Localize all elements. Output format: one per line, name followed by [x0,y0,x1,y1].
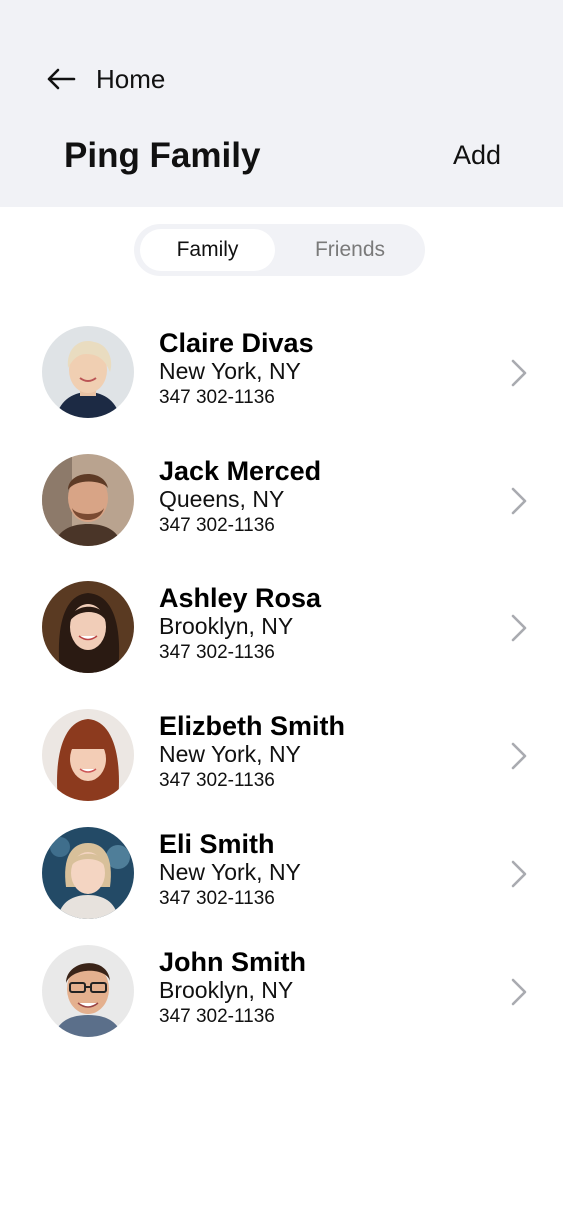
avatar-image [42,709,134,801]
contact-row[interactable]: Jack Merced Queens, NY 347 302-1136 [0,448,563,552]
chevron-right-icon [511,742,527,770]
chevron-right-icon [511,614,527,642]
contact-location: New York, NY [159,859,301,885]
tab-family[interactable]: Family [140,229,275,271]
contact-location: Brooklyn, NY [159,977,294,1003]
avatar [42,827,134,919]
contact-name: John Smith [159,947,306,977]
avatar-image [42,326,134,418]
contact-name: Claire Divas [159,328,314,358]
contact-location: New York, NY [159,358,301,384]
back-label: Home [96,63,166,94]
add-button[interactable]: Add [453,140,501,171]
page-title: Ping Family [64,136,261,175]
contact-name: Ashley Rosa [159,583,322,613]
back-button[interactable]: Home [44,62,165,96]
contact-phone: 347 302-1136 [159,515,275,536]
contact-name: Eli Smith [159,829,275,859]
avatar-image [42,454,134,546]
arrow-left-icon [47,68,76,90]
contact-phone: 347 302-1136 [159,387,275,408]
contact-row[interactable]: Claire Divas New York, NY 347 302-1136 [0,320,563,424]
contact-location: Queens, NY [159,486,285,512]
contact-phone: 347 302-1136 [159,770,275,791]
avatar-image [42,581,134,673]
chevron-right-icon [511,978,527,1006]
avatar [42,945,134,1037]
chevron-right-icon [511,860,527,888]
contact-row[interactable]: Elizbeth Smith New York, NY 347 302-1136 [0,703,563,807]
avatar-image [42,945,134,1037]
segmented-control: Family Friends [134,224,425,276]
contact-row[interactable]: Ashley Rosa Brooklyn, NY 347 302-1136 [0,575,563,679]
chevron-right-icon [511,487,527,515]
contact-phone: 347 302-1136 [159,642,275,663]
contact-row[interactable]: John Smith Brooklyn, NY 347 302-1136 [0,939,563,1043]
contact-name: Jack Merced [159,456,322,486]
contact-location: New York, NY [159,741,301,767]
avatar-image [42,827,134,919]
contact-phone: 347 302-1136 [159,888,275,909]
contact-row[interactable]: Eli Smith New York, NY 347 302-1136 [0,821,563,925]
avatar [42,454,134,546]
tab-friends[interactable]: Friends [280,229,420,271]
avatar [42,326,134,418]
avatar [42,709,134,801]
contact-location: Brooklyn, NY [159,613,294,639]
header: Home Ping Family Add [0,0,563,207]
contact-name: Elizbeth Smith [159,711,346,741]
avatar [42,581,134,673]
chevron-right-icon [511,359,527,387]
contact-phone: 347 302-1136 [159,1006,275,1027]
